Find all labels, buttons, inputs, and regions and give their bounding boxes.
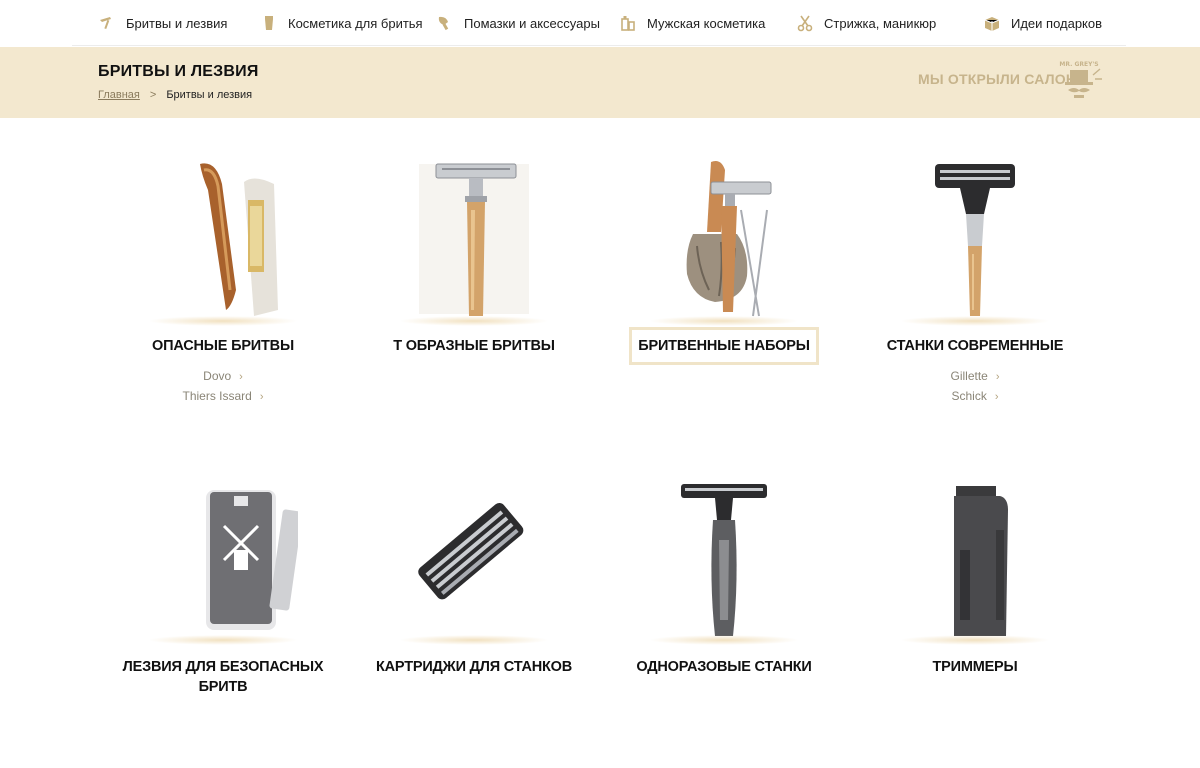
nav-label: Стрижка, маникюр: [824, 15, 937, 31]
nav-label: Мужская косметика: [647, 15, 766, 31]
category-title[interactable]: ТРИММЕРЫ: [865, 657, 1085, 677]
trimmer-icon: [954, 486, 1008, 636]
scissors-icon: [797, 15, 813, 32]
subcategory-label: Dovo: [203, 369, 232, 383]
safety-razor-image[interactable]: [399, 150, 549, 320]
subcategory-link-gillette[interactable]: Gillette ›: [865, 369, 1085, 383]
shaving-brush-icon: [438, 16, 449, 31]
shaving-set-icon: [686, 161, 772, 317]
razor-icon: [100, 17, 111, 30]
disposable-razor-icon: [681, 484, 767, 636]
breadcrumb-separator: >: [149, 89, 157, 101]
image-shadow: [399, 316, 549, 326]
breadcrumb-current: Бритвы и лезвия: [166, 89, 253, 101]
chevron-right-icon: ›: [239, 371, 243, 383]
safety-razor-icon: [419, 163, 529, 316]
mr-greys-logo[interactable]: MR. GREY'S: [1054, 57, 1104, 107]
image-shadow: [900, 316, 1050, 326]
subcategory-label: Thiers Issard: [182, 389, 252, 403]
nav-label: Помазки и аксессуары: [464, 15, 600, 31]
image-shadow: [649, 316, 799, 326]
nav-item-gifts[interactable]: Идеи подарков: [983, 0, 1102, 46]
nav-label: Идеи подарков: [1011, 15, 1103, 31]
bottles-icon: [621, 16, 635, 31]
breadcrumb: Главная > Бритвы и лезвия: [98, 89, 252, 101]
shaving-set-image[interactable]: [649, 150, 799, 320]
subcategory-label: Schick: [951, 389, 987, 403]
nav-item-razors[interactable]: Бритвы и лезвия: [98, 0, 227, 46]
image-shadow: [649, 635, 799, 645]
category-card-safety-razors[interactable]: Т ОБРАЗНЫЕ БРИТВЫ: [364, 140, 584, 420]
subcategory-label: Gillette: [950, 369, 988, 383]
razor-blades-image[interactable]: [148, 470, 298, 640]
nav-item-shaving-cosmetics[interactable]: Косметика для бритья: [260, 0, 423, 46]
subcategory-link-schick[interactable]: Schick ›: [865, 389, 1085, 403]
straight-razor-icon: [200, 163, 278, 316]
logo-text: MR. GREY'S: [1059, 61, 1098, 68]
cartridge-icon: [418, 502, 524, 600]
nav-label: Бритвы и лезвия: [126, 15, 228, 31]
image-shadow: [399, 635, 549, 645]
category-card-disposable-razors[interactable]: ОДНОРАЗОВЫЕ СТАНКИ: [614, 470, 834, 710]
category-title[interactable]: Т ОБРАЗНЫЕ БРИТВЫ: [364, 336, 584, 356]
chevron-right-icon: ›: [994, 391, 999, 403]
breadcrumb-home-link[interactable]: Главная: [98, 89, 140, 101]
nav-item-brushes[interactable]: Помазки и аксессуары: [436, 0, 600, 46]
category-card-modern-razors[interactable]: СТАНКИ СОВРЕМЕННЫЕ Gillette › Schick ›: [865, 140, 1085, 420]
category-title-line: БРИТВ: [198, 679, 248, 695]
category-title[interactable]: ОДНОРАЗОВЫЕ СТАНКИ: [614, 657, 834, 677]
category-card-shaving-sets[interactable]: БРИТВЕННЫЕ НАБОРЫ: [614, 140, 834, 420]
gift-box-icon: [984, 17, 1000, 31]
subcategory-link-thiers-issard[interactable]: Thiers Issard ›: [113, 389, 333, 403]
cartridge-image[interactable]: [399, 470, 549, 640]
image-shadow: [148, 316, 298, 326]
image-shadow: [148, 635, 298, 645]
category-header: БРИТВЫ И ЛЕЗВИЯ Главная > Бритвы и лезви…: [0, 47, 1200, 118]
straight-razor-image[interactable]: [148, 150, 298, 320]
category-title[interactable]: ОПАСНЫЕ БРИТВЫ: [113, 336, 333, 356]
category-card-safety-blades[interactable]: ЛЕЗВИЯ ДЛЯ БЕЗОПАСНЫХ БРИТВ: [113, 470, 333, 710]
cartridge-razor-image[interactable]: [900, 150, 1050, 320]
category-card-cartridges[interactable]: КАРТРИДЖИ ДЛЯ СТАНКОВ: [364, 470, 584, 710]
nav-item-haircut[interactable]: Стрижка, маникюр: [796, 0, 936, 46]
category-title-highlighted[interactable]: БРИТВЕННЫЕ НАБОРЫ: [629, 327, 819, 365]
category-title[interactable]: ЛЕЗВИЯ ДЛЯ БЕЗОПАСНЫХ БРИТВ: [113, 657, 333, 697]
disposable-razor-image[interactable]: [649, 470, 799, 640]
cream-jar-icon: [265, 16, 273, 30]
razor-blades-icon: [206, 490, 298, 630]
category-card-straight-razors[interactable]: ОПАСНЫЕ БРИТВЫ Dovo › Thiers Issard ›: [113, 140, 333, 420]
subcategory-link-dovo[interactable]: Dovo ›: [113, 369, 333, 383]
trimmer-image[interactable]: [900, 470, 1050, 640]
category-title-line: ЛЕЗВИЯ ДЛЯ БЕЗОПАСНЫХ: [122, 659, 324, 675]
image-shadow: [900, 635, 1050, 645]
category-title[interactable]: КАРТРИДЖИ ДЛЯ СТАНКОВ: [364, 657, 584, 677]
chevron-right-icon: ›: [995, 371, 1000, 383]
nav-label: Косметика для бритья: [288, 15, 423, 31]
category-card-trimmers[interactable]: ТРИММЕРЫ: [865, 470, 1085, 710]
nav-item-mens-cosmetics[interactable]: Мужская косметика: [619, 0, 765, 46]
cartridge-razor-icon: [935, 164, 1015, 316]
page-title: БРИТВЫ И ЛЕЗВИЯ: [98, 63, 259, 80]
chevron-right-icon: ›: [259, 391, 264, 403]
top-navigation: Бритвы и лезвия Косметика для бритья Пом…: [72, 0, 1126, 46]
category-title[interactable]: СТАНКИ СОВРЕМЕННЫЕ: [865, 336, 1085, 356]
